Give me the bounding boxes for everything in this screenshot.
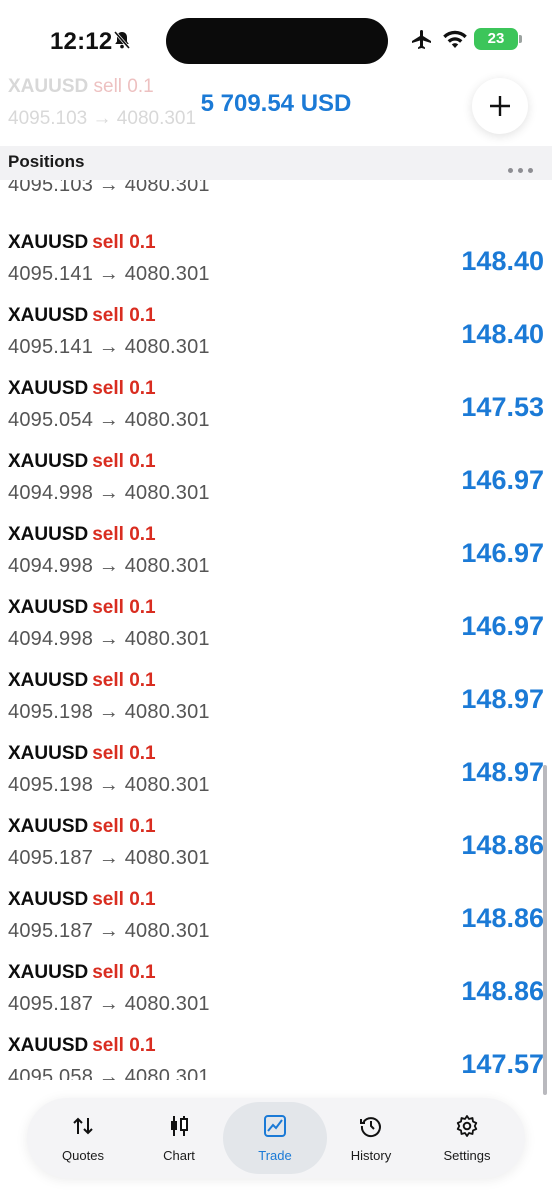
position-symbol: XAUUSD — [8, 816, 89, 837]
positions-header: Positions — [0, 146, 552, 180]
position-row[interactable]: XAUUSD sell 0.1 4094.998 → 4080.301 146.9… — [0, 583, 552, 656]
position-profit: 146.97 — [461, 465, 544, 495]
tab-settings[interactable]: Settings — [419, 1102, 515, 1174]
position-prices: 4095.187 → 4080.301 — [8, 847, 210, 869]
position-side: sell 0.1 — [92, 451, 156, 472]
position-side: sell 0.1 — [92, 305, 156, 326]
plus-icon — [490, 96, 510, 116]
position-side: sell 0.1 — [92, 232, 156, 253]
position-profit: 148.97 — [461, 684, 544, 714]
position-symbol: XAUUSD — [8, 889, 89, 910]
gear-icon — [456, 1115, 478, 1137]
position-row[interactable]: XAUUSD sell 0.1 4095.187 → 4080.301 148.8… — [0, 875, 552, 948]
tab-quotes[interactable]: Quotes — [35, 1102, 131, 1174]
tab-label: Settings — [443, 1148, 491, 1163]
trade-chart-icon — [264, 1115, 286, 1137]
position-symbol: XAUUSD — [8, 232, 89, 253]
position-row[interactable]: XAUUSD sell 0.1 4095.141 → 4080.301 148.4… — [0, 218, 552, 291]
battery-nub — [519, 35, 522, 43]
position-profit: 148.86 — [461, 830, 544, 860]
positions-list[interactable]: 4095.103 → 4080.301 XAUUSD sell 0.1 4095.… — [0, 180, 552, 1080]
dynamic-island — [166, 18, 388, 64]
position-prices: 4095.141 → 4080.301 — [8, 263, 210, 285]
position-row[interactable]: XAUUSD sell 0.1 4094.998 → 4080.301 146.9… — [0, 510, 552, 583]
tab-label: Trade — [258, 1148, 292, 1163]
position-side: sell 0.1 — [92, 962, 156, 983]
position-symbol: XAUUSD — [8, 305, 89, 326]
position-prices: 4095.141 → 4080.301 — [8, 336, 210, 358]
position-row[interactable]: XAUUSD sell 0.1 4095.058 → 4080.301 147.5… — [0, 1021, 552, 1080]
position-profit: 148.86 — [461, 976, 544, 1006]
position-prices: 4094.998 → 4080.301 — [8, 628, 210, 650]
position-symbol: XAUUSD — [8, 597, 89, 618]
add-order-button[interactable] — [472, 78, 528, 134]
position-side: sell 0.1 — [92, 378, 156, 399]
position-profit: 148.97 — [461, 757, 544, 787]
position-profit: 148.86 — [461, 903, 544, 933]
positions-title: Positions — [8, 152, 85, 171]
position-side: sell 0.1 — [92, 1035, 156, 1056]
position-prices: 4095.054 → 4080.301 — [8, 409, 210, 431]
tab-label: History — [350, 1148, 392, 1163]
tab-label: Quotes — [62, 1148, 104, 1163]
position-prices: 4095.187 → 4080.301 — [8, 993, 210, 1015]
position-row[interactable]: XAUUSD sell 0.1 4095.198 → 4080.301 148.9… — [0, 729, 552, 802]
position-row[interactable]: XAUUSD sell 0.1 4094.998 → 4080.301 146.9… — [0, 437, 552, 510]
position-prices: 4095.058 → 4080.301 — [8, 1066, 210, 1080]
position-profit: 147.53 — [461, 392, 544, 422]
position-symbol: XAUUSD — [8, 962, 89, 983]
position-row[interactable]: XAUUSD sell 0.1 4095.187 → 4080.301 148.8… — [0, 948, 552, 1021]
more-dots-icon[interactable] — [508, 160, 540, 173]
status-bar: 12:12 23 — [0, 0, 552, 80]
position-symbol: XAUUSD — [8, 670, 89, 691]
position-symbol: XAUUSD — [8, 743, 89, 764]
position-side: sell 0.1 — [92, 816, 156, 837]
tab-chart[interactable]: Chart — [131, 1102, 227, 1174]
position-profit: 146.97 — [461, 611, 544, 641]
position-side: sell 0.1 — [92, 524, 156, 545]
airplane-icon — [412, 30, 431, 49]
position-symbol: XAUUSD — [8, 524, 89, 545]
position-side: sell 0.1 — [92, 597, 156, 618]
candlestick-icon — [171, 1116, 188, 1136]
tab-history[interactable]: History — [323, 1102, 419, 1174]
battery-icon: 23 — [474, 28, 518, 50]
position-row[interactable]: XAUUSD sell 0.1 4095.198 → 4080.301 148.9… — [0, 656, 552, 729]
position-prices: 4095.198 → 4080.301 — [8, 701, 210, 723]
position-prices: 4094.998 → 4080.301 — [8, 482, 210, 504]
tab-bar: Quotes Chart Trade History Settings — [27, 1098, 525, 1178]
position-symbol: XAUUSD — [8, 451, 89, 472]
position-symbol: XAUUSD — [8, 1035, 89, 1056]
scrollbar[interactable] — [543, 765, 547, 1095]
position-profit: 147.57 — [461, 1049, 544, 1079]
status-time: 12:12 — [50, 28, 113, 55]
position-prices: 4095.198 → 4080.301 — [8, 774, 210, 796]
account-balance: 5 709.54 USD — [200, 90, 352, 117]
history-clock-icon — [360, 1117, 381, 1138]
position-prices: 4095.103 → 4080.301 — [8, 180, 210, 196]
position-side: sell 0.1 — [92, 889, 156, 910]
position-profit: 146.97 — [461, 538, 544, 568]
tab-label: Chart — [163, 1148, 195, 1163]
position-row[interactable]: XAUUSD sell 0.1 4095.054 → 4080.301 147.5… — [0, 364, 552, 437]
position-row[interactable]: XAUUSD sell 0.1 4095.187 → 4080.301 148.8… — [0, 802, 552, 875]
position-profit: 148.40 — [461, 246, 544, 276]
quotes-arrows-icon — [73, 1117, 93, 1135]
position-prices: 4094.998 → 4080.301 — [8, 555, 210, 577]
wifi-icon — [443, 30, 467, 48]
tab-trade[interactable]: Trade — [223, 1102, 327, 1174]
position-prices: 4095.187 → 4080.301 — [8, 920, 210, 942]
position-row[interactable]: XAUUSD sell 0.1 4095.141 → 4080.301 148.4… — [0, 291, 552, 364]
position-symbol: XAUUSD — [8, 378, 89, 399]
position-side: sell 0.1 — [92, 743, 156, 764]
position-profit: 148.40 — [461, 319, 544, 349]
bell-slash-icon — [113, 31, 131, 49]
position-side: sell 0.1 — [92, 670, 156, 691]
